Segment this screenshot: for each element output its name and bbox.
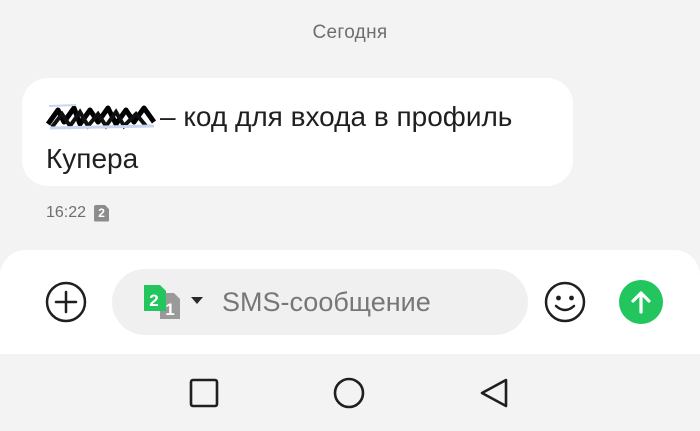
sim-primary-label: 2 — [149, 291, 158, 310]
smiley-icon — [544, 281, 586, 323]
chevron-down-icon — [191, 297, 203, 304]
square-icon — [189, 378, 219, 408]
sim-secondary-label: 1 — [165, 300, 174, 319]
composer-bar: 1 2 — [0, 250, 700, 354]
redacted-code-scribble — [46, 104, 157, 130]
message-input-pill: 1 2 — [112, 269, 528, 335]
arrow-up-icon — [631, 291, 651, 314]
send-button[interactable] — [619, 280, 663, 324]
nav-recents-button[interactable] — [474, 373, 514, 413]
navigation-bar — [0, 354, 700, 431]
add-attachment-button[interactable] — [44, 280, 88, 324]
date-header: Сегодня — [312, 22, 388, 43]
sim-2-icon: 2 — [94, 204, 110, 222]
message-bubble[interactable]: – код для входа в профиль Купера — [22, 78, 573, 186]
dual-sim-icon: 1 2 — [144, 285, 203, 319]
sim-selector-button[interactable]: 1 2 — [144, 283, 206, 323]
triangle-left-icon — [480, 378, 508, 408]
emoji-button[interactable] — [543, 280, 587, 324]
sms-message-input[interactable] — [222, 269, 512, 335]
plus-circle-icon — [45, 281, 87, 323]
message-time: 16:22 — [46, 204, 87, 221]
nav-home-button[interactable] — [329, 373, 369, 413]
circle-icon — [333, 377, 365, 409]
nav-back-button[interactable] — [184, 373, 224, 413]
message-meta: 16:22 2 — [46, 204, 110, 222]
